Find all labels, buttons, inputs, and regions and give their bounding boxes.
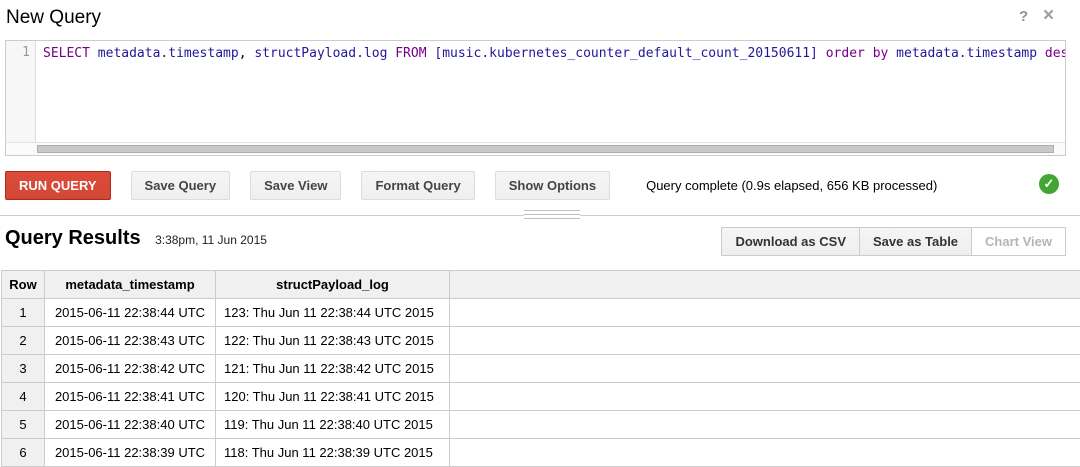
column-header-metadata-timestamp[interactable]: metadata_timestamp <box>45 271 216 299</box>
table-cell[interactable]: 119: Thu Jun 11 22:38:40 UTC 2015 <box>216 411 450 439</box>
table-cell[interactable]: 2015-06-11 22:38:40 UTC <box>45 411 216 439</box>
show-options-button[interactable]: Show Options <box>495 171 610 200</box>
cell-filler <box>450 327 1080 355</box>
table-cell[interactable]: 118: Thu Jun 11 22:38:39 UTC 2015 <box>216 439 450 467</box>
cell-filler <box>450 355 1080 383</box>
table-row: 62015-06-11 22:38:39 UTC118: Thu Jun 11 … <box>2 439 1080 467</box>
page-title: New Query <box>6 7 101 29</box>
table-cell[interactable]: 123: Thu Jun 11 22:38:44 UTC 2015 <box>216 299 450 327</box>
table-cell[interactable]: 4 <box>2 383 45 411</box>
save-query-button[interactable]: Save Query <box>131 171 231 200</box>
table-row: 22015-06-11 22:38:43 UTC122: Thu Jun 11 … <box>2 327 1080 355</box>
table-cell[interactable]: 121: Thu Jun 11 22:38:42 UTC 2015 <box>216 355 450 383</box>
format-query-button[interactable]: Format Query <box>361 171 474 200</box>
table-row: 42015-06-11 22:38:41 UTC120: Thu Jun 11 … <box>2 383 1080 411</box>
table-cell[interactable]: 3 <box>2 355 45 383</box>
save-view-button[interactable]: Save View <box>250 171 341 200</box>
editor-horizontal-scrollbar[interactable] <box>6 142 1065 155</box>
table-cell[interactable]: 120: Thu Jun 11 22:38:41 UTC 2015 <box>216 383 450 411</box>
cell-filler <box>450 411 1080 439</box>
table-cell[interactable]: 5 <box>2 411 45 439</box>
save-as-table-button[interactable]: Save as Table <box>859 227 972 256</box>
code-token: FROM <box>395 46 426 61</box>
table-cell[interactable]: 1 <box>2 299 45 327</box>
scrollbar-thumb[interactable] <box>37 145 1054 153</box>
query-status-text: Query complete (0.9s elapsed, 656 KB pro… <box>646 178 937 193</box>
results-title: Query Results <box>5 227 141 250</box>
table-cell[interactable]: 2015-06-11 22:38:44 UTC <box>45 299 216 327</box>
results-header: Query Results 3:38pm, 11 Jun 2015 Downlo… <box>5 227 1066 259</box>
table-row: 32015-06-11 22:38:42 UTC121: Thu Jun 11 … <box>2 355 1080 383</box>
code-token: SELECT <box>43 46 90 61</box>
column-header-filler <box>450 271 1080 299</box>
line-number: 1 <box>22 45 30 60</box>
results-table: Row metadata_timestamp structPayload_log… <box>1 270 1080 467</box>
table-cell[interactable]: 2015-06-11 22:38:41 UTC <box>45 383 216 411</box>
column-header-structpayload-log[interactable]: structPayload_log <box>216 271 450 299</box>
table-cell[interactable]: 2015-06-11 22:38:43 UTC <box>45 327 216 355</box>
table-row: 12015-06-11 22:38:44 UTC123: Thu Jun 11 … <box>2 299 1080 327</box>
results-actions: Download as CSV Save as Table Chart View <box>721 227 1066 256</box>
code-token: order <box>826 46 865 61</box>
code-token: metadata.timestamp <box>98 46 239 61</box>
code-token: metadata.timestamp <box>896 46 1037 61</box>
code-token <box>818 46 826 61</box>
code-token <box>90 46 98 61</box>
cell-filler <box>450 439 1080 467</box>
table-cell[interactable]: 122: Thu Jun 11 22:38:43 UTC 2015 <box>216 327 450 355</box>
close-icon[interactable]: × <box>1043 5 1054 27</box>
run-query-button[interactable]: RUN QUERY <box>5 171 111 200</box>
help-icon[interactable]: ? <box>1019 8 1028 25</box>
code-token: , <box>239 46 255 61</box>
code-token: structPayload.log <box>254 46 387 61</box>
chart-view-button[interactable]: Chart View <box>971 227 1066 256</box>
query-editor[interactable]: 1 SELECT metadata.timestamp, structPaylo… <box>5 40 1066 156</box>
editor-gutter: 1 <box>6 41 36 142</box>
resize-grip-icon[interactable] <box>524 210 580 221</box>
code-token: [music.kubernetes_counter_default_count_… <box>434 46 818 61</box>
code-token <box>888 46 896 61</box>
code-token <box>865 46 873 61</box>
results-timestamp: 3:38pm, 11 Jun 2015 <box>155 233 267 247</box>
table-cell[interactable]: 2 <box>2 327 45 355</box>
cell-filler <box>450 383 1080 411</box>
sql-code-line[interactable]: SELECT metadata.timestamp, structPayload… <box>37 41 1065 142</box>
query-toolbar: RUN QUERY Save Query Save View Format Qu… <box>5 171 1075 200</box>
table-row: 52015-06-11 22:38:40 UTC119: Thu Jun 11 … <box>2 411 1080 439</box>
column-header-row[interactable]: Row <box>2 271 45 299</box>
download-csv-button[interactable]: Download as CSV <box>721 227 860 256</box>
table-cell[interactable]: 2015-06-11 22:38:42 UTC <box>45 355 216 383</box>
code-token: by <box>873 46 889 61</box>
code-token: desc <box>1045 46 1065 61</box>
table-cell[interactable]: 2015-06-11 22:38:39 UTC <box>45 439 216 467</box>
cell-filler <box>450 299 1080 327</box>
code-token <box>1037 46 1045 61</box>
table-header-row: Row metadata_timestamp structPayload_log <box>2 271 1080 299</box>
success-check-icon[interactable]: ✓ <box>1039 174 1059 194</box>
table-cell[interactable]: 6 <box>2 439 45 467</box>
